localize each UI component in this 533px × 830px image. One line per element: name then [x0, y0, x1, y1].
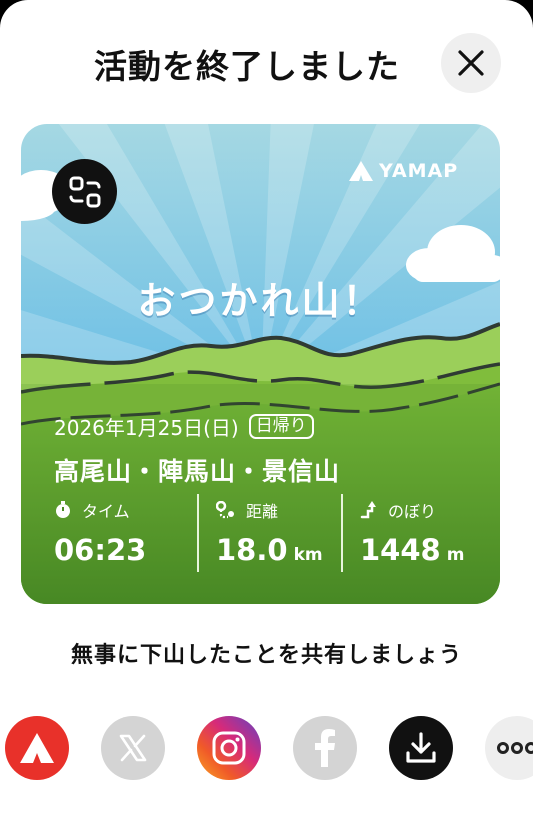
stat-distance-value: 18.0 [216, 533, 288, 567]
activity-date: 2026年1月25日(日) [54, 416, 239, 440]
stat-time: タイム 06:23 [54, 499, 146, 567]
distance-icon [216, 501, 234, 519]
share-instagram-button[interactable] [197, 716, 261, 780]
activity-card: YAMAP おつかれ山！ 2026年1月25日(日) 日帰り 高尾山・陣馬山・景… [21, 124, 500, 604]
uphill-icon [360, 501, 376, 519]
yamap-mark-icon [349, 161, 373, 181]
share-x-button[interactable] [101, 716, 165, 780]
stat-time-label: タイム [82, 502, 130, 521]
stat-divider [197, 494, 199, 572]
stat-time-value: 06:23 [54, 533, 147, 567]
stopwatch-icon [56, 501, 70, 518]
stat-climb-value: 1448 [360, 533, 441, 567]
instagram-icon [212, 731, 246, 765]
close-icon [458, 50, 484, 76]
completion-sheet: 活動を終了しました YAMAP おつかれ山！ 2026年1月25日(日) 日帰り… [0, 0, 533, 830]
x-icon [119, 734, 147, 762]
brand-name: YAMAP [379, 160, 459, 182]
day-type-badge: 日帰り [248, 414, 314, 439]
yamap-icon [20, 733, 54, 763]
download-icon [406, 732, 436, 763]
route-icon [69, 176, 100, 207]
stat-climb-label: のぼり [388, 502, 437, 521]
share-yamap-button[interactable] [5, 716, 69, 780]
stat-distance: 距離 18.0 km [216, 499, 323, 567]
download-button[interactable] [389, 716, 453, 780]
stat-divider [341, 494, 343, 572]
close-button[interactable] [441, 33, 501, 93]
stat-distance-unit: km [293, 545, 323, 565]
route-badge [52, 159, 117, 224]
stat-climb-unit: m [446, 545, 465, 565]
share-prompt: 無事に下山したことを共有しましょう [70, 643, 462, 668]
more-options-button[interactable] [485, 716, 533, 780]
facebook-icon [315, 729, 335, 767]
yamap-logo: YAMAP [349, 160, 458, 182]
stat-distance-label: 距離 [246, 502, 279, 521]
page-title: 活動を終了しました [94, 47, 400, 86]
card-tagline: おつかれ山！ [137, 279, 384, 323]
mountain-names: 高尾山・陣馬山・景信山 [54, 457, 341, 486]
activity-date-row: 2026年1月25日(日) 日帰り [54, 412, 314, 441]
more-icon [497, 742, 533, 754]
share-facebook-button[interactable] [293, 716, 357, 780]
stat-climb: のぼり 1448 m [360, 499, 464, 567]
